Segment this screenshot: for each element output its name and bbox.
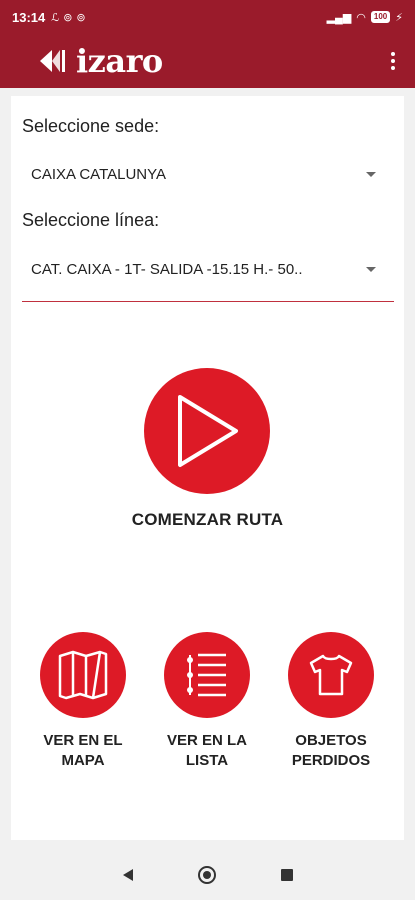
map-label: VER EN EL MAPA — [43, 732, 123, 769]
sede-value: CAIXA CATALUNYA — [31, 165, 167, 183]
play-icon — [178, 395, 238, 467]
lost-items-action[interactable]: OBJETOS PERDIDOS — [281, 632, 381, 771]
app-logo: izaro — [38, 42, 163, 80]
map-action[interactable]: VER EN EL MAPA — [33, 632, 133, 771]
dropdown-caret-icon — [366, 171, 376, 177]
main-card: Seleccione sede: CAIXA CATALUNYA Selecci… — [11, 96, 404, 840]
notification-icon: ℒ — [51, 11, 60, 24]
linea-value: CAT. CAIXA - 1T- SALIDA -15.15 H.- 50.. — [31, 260, 303, 278]
list-icon — [187, 653, 226, 697]
map-icon — [58, 650, 108, 700]
dot-icon — [391, 52, 395, 56]
logo-mark-icon — [40, 50, 65, 72]
status-bar: 13:14 ℒ ⊚ ⊚ ▂▄▆ ◠ 100 ⚡ — [0, 0, 415, 34]
at-icon: ⊚ — [63, 11, 73, 24]
map-button[interactable] — [40, 632, 126, 718]
linea-underline — [22, 301, 394, 302]
list-button[interactable] — [164, 632, 250, 718]
dot-icon — [391, 59, 395, 63]
lost-items-label: OBJETOS PERDIDOS — [291, 732, 371, 769]
dropdown-caret-icon — [366, 266, 376, 272]
sede-label: Seleccione sede: — [22, 116, 160, 136]
battery-icon: 100 — [370, 11, 391, 23]
start-route-label: COMENZAR RUTA — [131, 510, 284, 529]
overflow-menu-button[interactable] — [385, 47, 401, 75]
app-bar: izaro — [0, 34, 415, 88]
logo-text: izaro — [76, 42, 163, 80]
system-nav-bar — [0, 850, 415, 900]
wifi-icon: ◠ — [356, 11, 366, 24]
list-action[interactable]: VER EN LA LISTA — [157, 632, 257, 771]
dot-icon — [391, 66, 395, 70]
charging-icon: ⚡ — [395, 11, 403, 24]
start-route-button[interactable] — [144, 368, 270, 494]
status-time: 13:14 — [12, 9, 46, 25]
home-icon[interactable] — [197, 866, 216, 884]
recents-icon[interactable] — [280, 869, 293, 881]
tshirt-icon — [309, 654, 353, 696]
list-label: VER EN LA LISTA — [166, 732, 247, 769]
sede-select[interactable]: CAIXA CATALUNYA — [22, 154, 394, 194]
signal-icon: ▂▄▆ — [326, 11, 352, 24]
at-icon: ⊚ — [76, 11, 86, 24]
back-icon[interactable] — [122, 869, 133, 881]
linea-select[interactable]: CAT. CAIXA - 1T- SALIDA -15.15 H.- 50.. — [22, 249, 394, 289]
lost-items-button[interactable] — [288, 632, 374, 718]
linea-label: Seleccione línea: — [22, 210, 160, 230]
